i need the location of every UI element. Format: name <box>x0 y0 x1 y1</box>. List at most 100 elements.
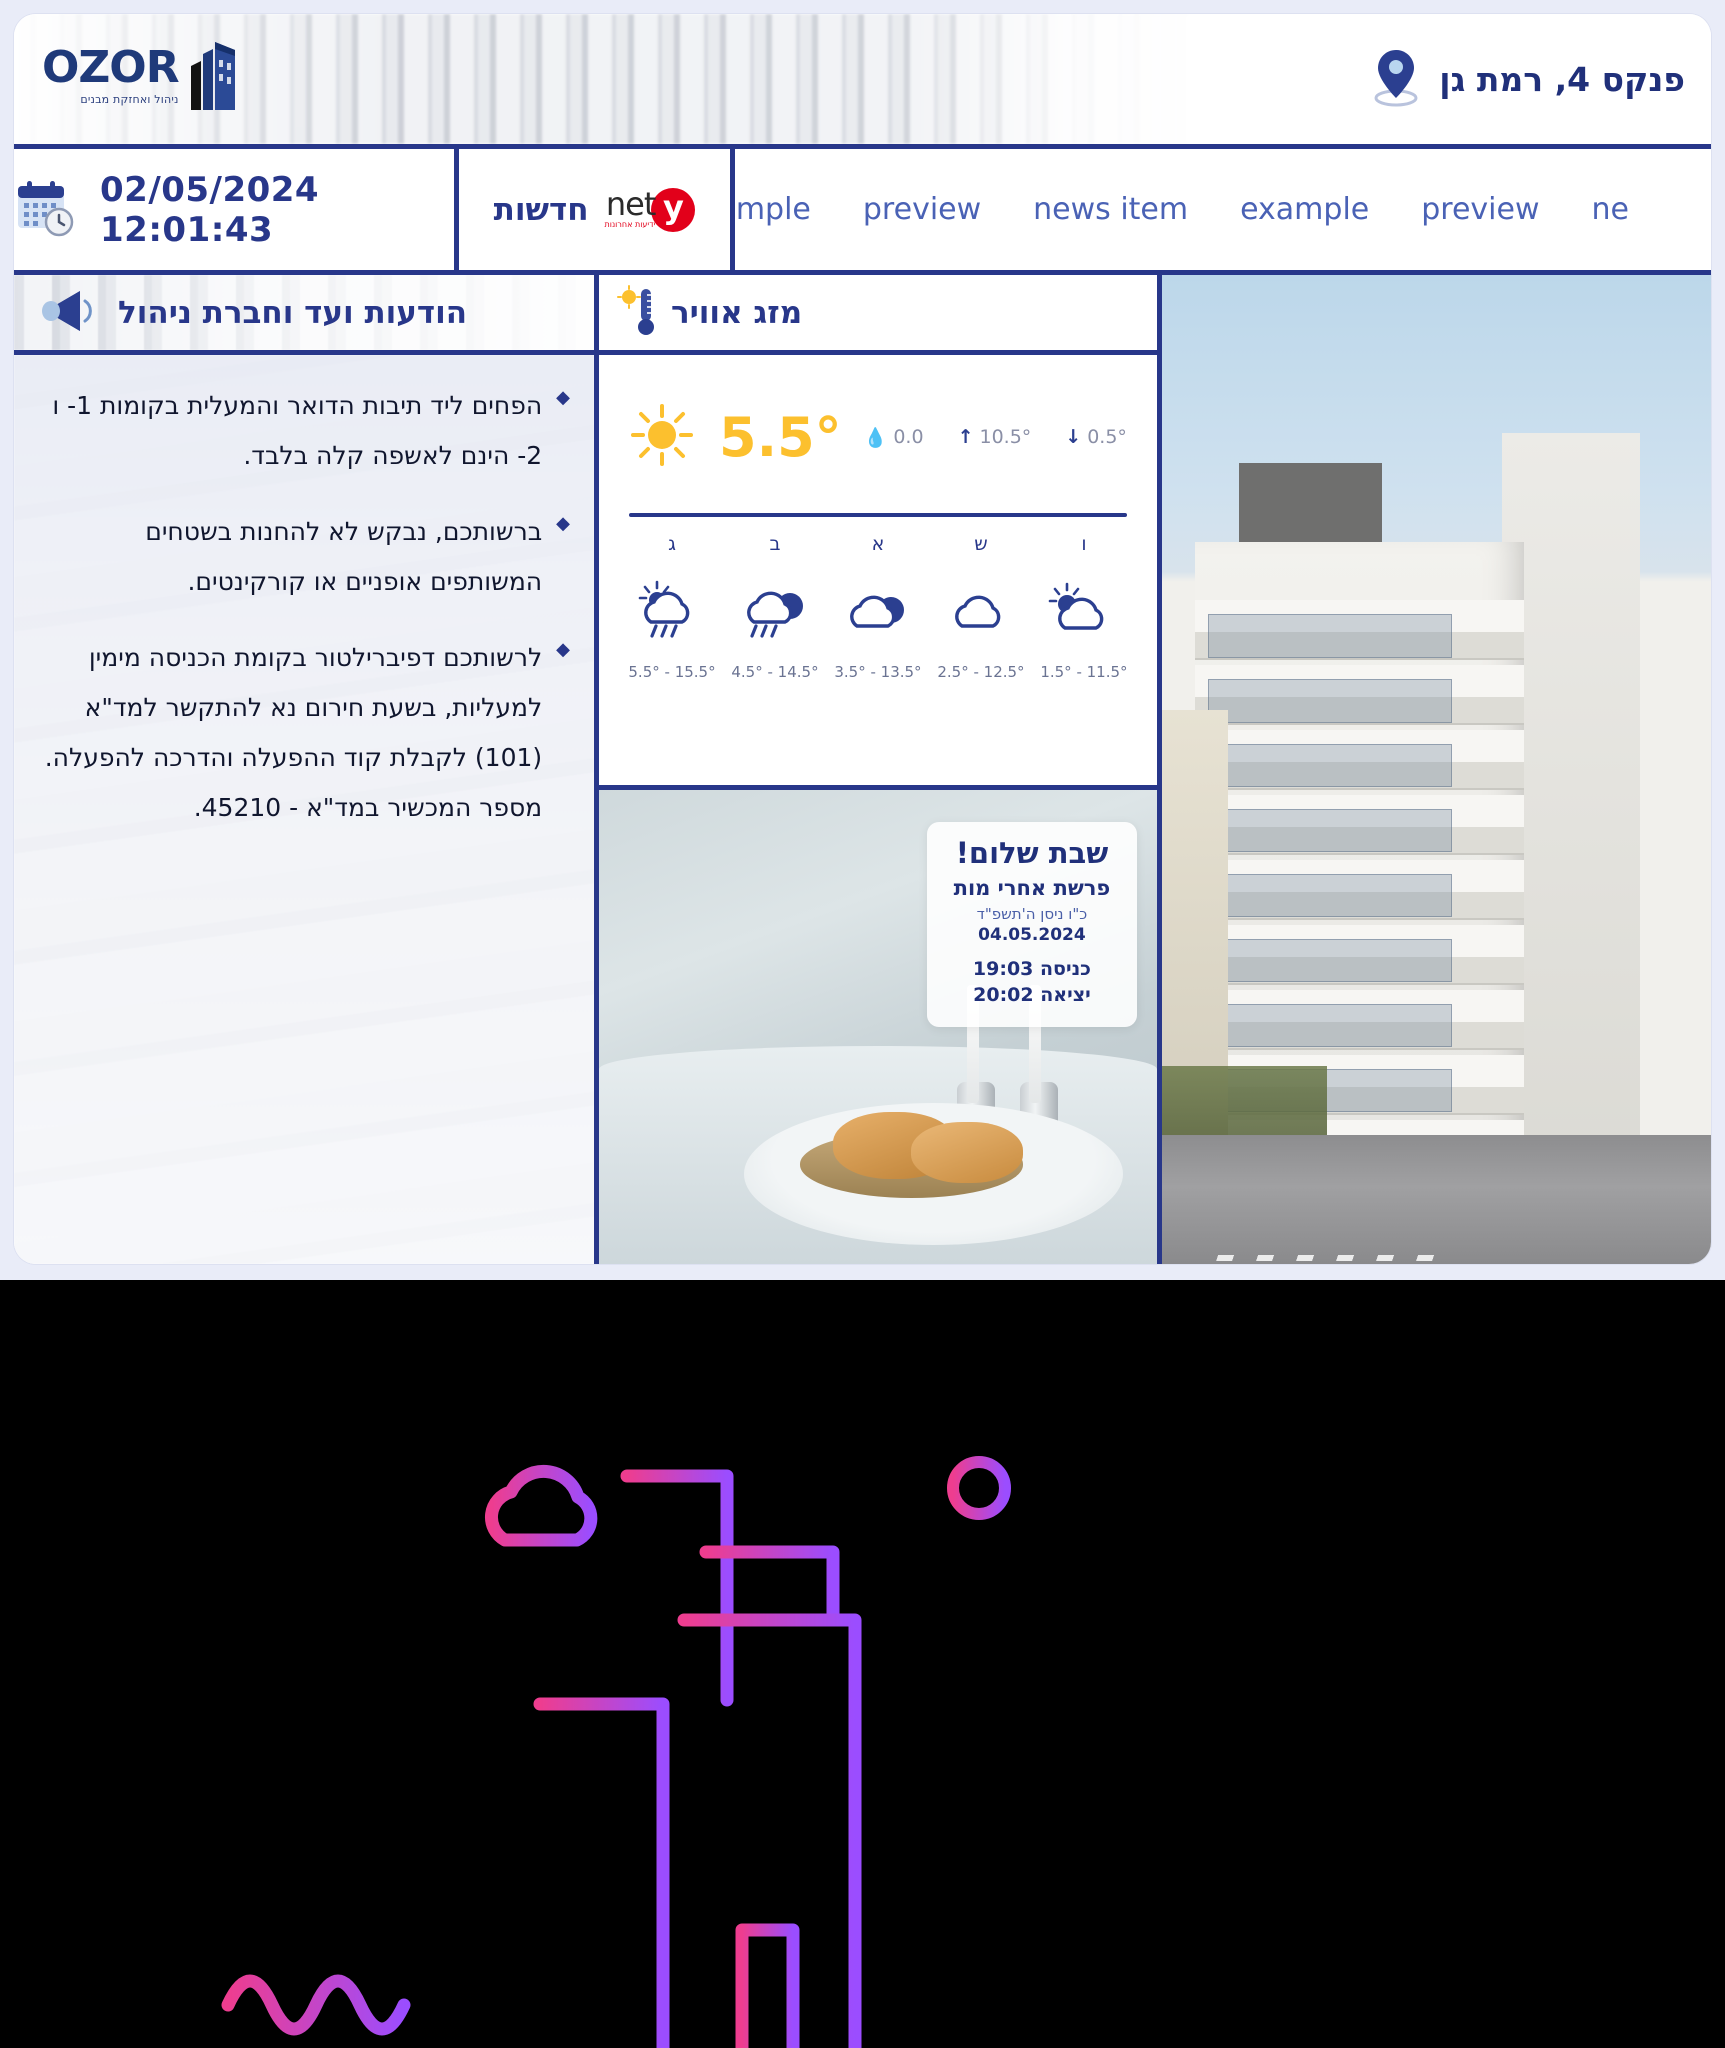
display-screen-frame: OZOR ניהול ואחזקת מבנים פנקס 4, רמת גן m… <box>0 0 1725 1280</box>
city-line-illustration <box>221 1293 1118 2048</box>
ticker-item: news item <box>1033 192 1189 227</box>
current-temperature: 5.5° <box>719 405 842 469</box>
ticker-item: preview <box>862 192 982 227</box>
weather-column: מזג אוויר 5.5° 💧 0.0 ↑ 10.5° ↓ 0.5° ג 5.… <box>594 275 1157 1264</box>
forecast-day: ג 5.5° - 15.5° <box>628 533 716 681</box>
ynet-wordmark: net <box>605 184 657 223</box>
squiggle-decoration <box>221 1974 411 2036</box>
forecast-day-range: 2.5° - 12.5° <box>937 663 1025 681</box>
circle-decoration <box>947 1456 1011 1520</box>
shabbat-info-card: שבת שלום! פרשת אחרי מות כ"ו ניסן ה'תשפ"ד… <box>926 822 1137 1027</box>
weather-current: 5.5° 💧 0.0 ↑ 10.5° ↓ 0.5° <box>629 383 1127 491</box>
announcements-list: ◆ הפחים ליד תיבות הדואר והמעלית בקומות 1… <box>14 355 594 833</box>
building-hero-photo <box>1156 275 1711 1264</box>
news-ticker-track: ample preview news item example preview … <box>735 192 1651 227</box>
main-content-area: מזג אוויר 5.5° 💧 0.0 ↑ 10.5° ↓ 0.5° ג 5.… <box>14 275 1711 1264</box>
sun-rain-cloud-icon <box>635 579 709 641</box>
sun-icon <box>629 402 695 472</box>
diamond-bullet-icon: ◆ <box>556 639 570 660</box>
low-temp-value: 0.5° <box>1087 426 1127 448</box>
announcement-text: לרשותכם דפיברילטור בקומת הכניסה מימין למ… <box>44 643 543 822</box>
weather-stats: 💧 0.0 ↑ 10.5° ↓ 0.5° <box>864 426 1127 449</box>
precipitation-stat: 💧 0.0 <box>864 426 924 449</box>
diamond-bullet-icon: ◆ <box>556 387 570 408</box>
partly-cloudy-icon <box>841 579 915 641</box>
high-temp-value: 10.5° <box>979 426 1032 448</box>
low-temp-stat: ↓ 0.5° <box>1065 426 1127 448</box>
building-logo-icon <box>189 40 239 112</box>
weather-title: מזג אוויר <box>671 294 803 331</box>
building-door <box>735 1923 800 2048</box>
announcements-body: ◆ הפחים ליד תיבות הדואר והמעלית בקומות 1… <box>14 355 594 1264</box>
forecast-day-name: א <box>871 533 885 555</box>
thermometer-icon <box>617 284 657 341</box>
hero-roof-block <box>1238 462 1382 552</box>
forecast-day: ו 1.5° - 11.5° <box>1040 533 1128 681</box>
ynet-letter: y <box>651 187 696 232</box>
weather-divider <box>629 513 1127 517</box>
forecast-day-name: ו <box>1081 533 1087 555</box>
cloud-icon <box>484 1464 598 1547</box>
forecast-day-name: ג <box>668 533 676 555</box>
display-panel: OZOR ניהול ואחזקת מבנים פנקס 4, רמת גן m… <box>14 14 1711 1264</box>
ynet-logo-icon: y net ידיעות אחרונות <box>604 184 696 232</box>
top-header-bar: OZOR ניהול ואחזקת מבנים פנקס 4, רמת גן <box>14 14 1711 144</box>
announcement-item: ◆ הפחים ליד תיבות הדואר והמעלית בקומות 1… <box>38 381 570 481</box>
location-indicator[interactable]: פנקס 4, רמת גן <box>1371 14 1685 144</box>
brand-logo[interactable]: OZOR ניהול ואחזקת מבנים <box>42 40 239 112</box>
announcements-header: הודעות ועד וחברת ניהול <box>14 275 594 355</box>
calendar-clock-icon <box>14 177 76 243</box>
forecast-day-range: 4.5° - 14.5° <box>731 663 819 681</box>
ticker-item: preview <box>1421 192 1540 227</box>
rain-cloud-icon <box>738 579 812 641</box>
sparkle-icon <box>988 1293 1118 1473</box>
ticker-item: example <box>1240 192 1370 227</box>
shabbat-gregorian-date: 04.05.2024 <box>978 925 1086 946</box>
news-label: חדשות <box>493 191 589 228</box>
shabbat-entry-time: כניסה 19:03 <box>972 958 1091 981</box>
hero-road <box>1161 1135 1711 1264</box>
info-bar: ample preview news item example preview … <box>14 144 1711 275</box>
forecast-day-range: 5.5° - 15.5° <box>628 663 716 681</box>
weather-header: מזג אוויר <box>599 275 1157 355</box>
precipitation-value: 0.0 <box>893 426 924 448</box>
datetime-display: 02/05/2024 12:01:43 <box>14 149 454 270</box>
high-temp-stat: ↑ 10.5° <box>958 426 1032 448</box>
ynet-subtitle: ידיעות אחרונות <box>604 220 656 230</box>
location-address: פנקס 4, רמת גן <box>1439 59 1685 99</box>
news-source-badge[interactable]: חדשות y net ידיעות אחרונות <box>454 149 730 270</box>
announcements-title: הודעות ועד וחברת ניהול <box>118 294 468 331</box>
water-drop-icon: 💧 <box>863 426 888 449</box>
shabbat-hebrew-date: כ"ו ניסן ה'תשפ"ד <box>976 905 1088 924</box>
forecast-day: ש 2.5° - 12.5° <box>937 533 1025 681</box>
shabbat-panel: שבת שלום! פרשת אחרי מות כ"ו ניסן ה'תשפ"ד… <box>599 790 1157 1264</box>
bottom-illustration-area <box>0 1280 1725 2048</box>
forecast-day: ב 4.5° - 14.5° <box>731 533 819 681</box>
forecast-day-range: 1.5° - 11.5° <box>1040 663 1128 681</box>
challah-bread <box>911 1121 1024 1184</box>
announcement-text: ברשותכם, נבקש לא להחנות בשטחים המשותפים … <box>145 517 543 596</box>
forecast-day: א 3.5° - 13.5° <box>834 533 922 681</box>
logo-text: OZOR ניהול ואחזקת מבנים <box>42 42 180 107</box>
weather-forecast: ג 5.5° - 15.5° ב 4.5° - 14.5° א 3.5° - 1… <box>628 533 1128 681</box>
shabbat-greeting: שבת שלום! <box>955 836 1109 870</box>
shabbat-times: כניסה 19:03 יציאה 20:02 <box>941 957 1123 1008</box>
weather-body: 5.5° 💧 0.0 ↑ 10.5° ↓ 0.5° ג 5.5° - 15.5°… <box>599 355 1157 790</box>
arrow-up-icon: ↑ <box>957 426 974 448</box>
announcement-item: ◆ ברשותכם, נבקש לא להחנות בשטחים המשותפי… <box>38 507 570 607</box>
announcement-item: ◆ לרשותכם דפיברילטור בקומת הכניסה מימין … <box>38 633 570 833</box>
announcements-column: הודעות ועד וחברת ניהול ◆ הפחים ליד תיבות… <box>14 275 594 1264</box>
forecast-day-name: ש <box>974 533 988 555</box>
shabbat-parasha: פרשת אחרי מות <box>953 876 1111 901</box>
hero-crosswalk <box>1215 1255 1449 1262</box>
logo-tagline: ניהול ואחזקת מבנים <box>80 93 179 106</box>
forecast-day-range: 3.5° - 13.5° <box>834 663 922 681</box>
sun-cloud-icon <box>1047 579 1121 641</box>
forecast-day-name: ב <box>769 533 781 555</box>
ticker-item: ne <box>1591 192 1629 227</box>
megaphone-icon <box>36 287 98 339</box>
news-ticker[interactable]: ample preview news item example preview … <box>730 149 1711 270</box>
logo-wordmark: OZOR <box>42 42 180 93</box>
diamond-bullet-icon: ◆ <box>556 513 570 534</box>
datetime-value: 02/05/2024 12:01:43 <box>100 169 320 250</box>
